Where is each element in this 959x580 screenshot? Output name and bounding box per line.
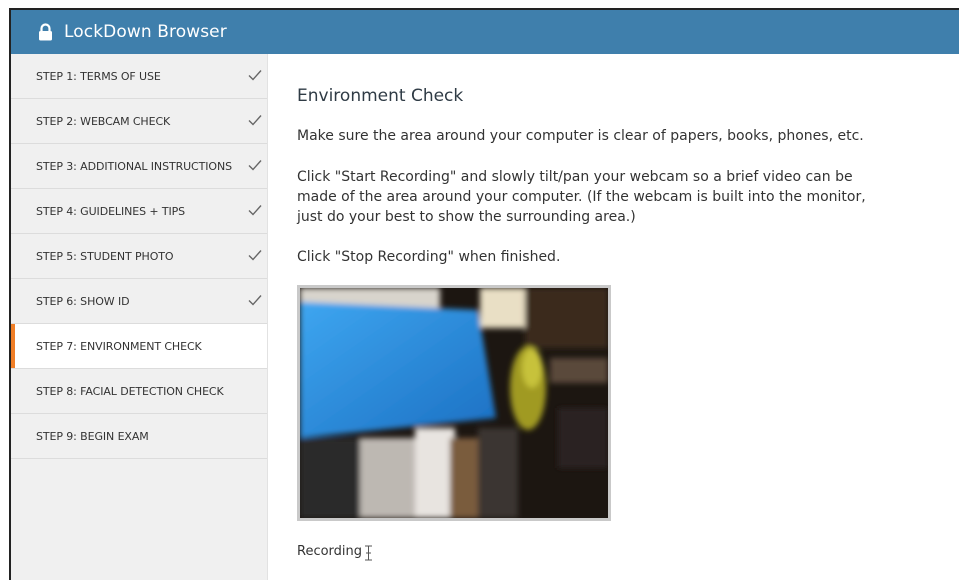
sidebar-item-label: STEP 8: FACIAL DETECTION CHECK bbox=[36, 384, 224, 398]
lock-icon bbox=[38, 23, 53, 41]
page-title: Environment Check bbox=[297, 86, 464, 106]
title-bar: LockDown Browser bbox=[11, 10, 959, 54]
sidebar-item-label: STEP 7: ENVIRONMENT CHECK bbox=[36, 339, 202, 353]
sidebar-item-label: STEP 9: BEGIN EXAM bbox=[36, 429, 149, 443]
main-content: Environment Check Make sure the area aro… bbox=[297, 54, 939, 580]
webcam-feed-image bbox=[300, 288, 608, 518]
sidebar-item-begin-exam[interactable]: STEP 9: BEGIN EXAM bbox=[11, 414, 267, 459]
checkmark-icon bbox=[248, 160, 262, 171]
instructions-paragraph-3: Click "Stop Recording" when finished. bbox=[297, 249, 561, 265]
sidebar-item-facial-detection-check[interactable]: STEP 8: FACIAL DETECTION CHECK bbox=[11, 369, 267, 414]
sidebar-item-label: STEP 4: GUIDELINES + TIPS bbox=[36, 204, 186, 218]
sidebar-item-show-id[interactable]: STEP 6: SHOW ID bbox=[11, 279, 267, 324]
app-title: LockDown Browser bbox=[64, 22, 227, 42]
webcam-preview bbox=[297, 285, 611, 521]
browser-window: LockDown Browser STEP 1: TERMS OF USE ST… bbox=[9, 8, 959, 580]
sidebar-item-guidelines-tips[interactable]: STEP 4: GUIDELINES + TIPS bbox=[11, 189, 267, 234]
text-cursor-icon bbox=[365, 545, 372, 561]
sidebar-item-webcam-check[interactable]: STEP 2: WEBCAM CHECK bbox=[11, 99, 267, 144]
sidebar-item-label: STEP 6: SHOW ID bbox=[36, 294, 130, 308]
sidebar-item-terms-of-use[interactable]: STEP 1: TERMS OF USE bbox=[11, 54, 267, 99]
sidebar-item-additional-instructions[interactable]: STEP 3: ADDITIONAL INSTRUCTIONS bbox=[11, 144, 267, 189]
checkmark-icon bbox=[248, 205, 262, 216]
checkmark-icon bbox=[248, 115, 262, 126]
instructions-paragraph-1: Make sure the area around your computer … bbox=[297, 128, 864, 144]
sidebar-item-label: STEP 1: TERMS OF USE bbox=[36, 69, 161, 83]
sidebar-item-environment-check[interactable]: STEP 7: ENVIRONMENT CHECK bbox=[11, 324, 267, 369]
recording-status: Recording bbox=[297, 544, 363, 559]
sidebar-item-label: STEP 5: STUDENT PHOTO bbox=[36, 249, 174, 263]
sidebar-item-label: STEP 3: ADDITIONAL INSTRUCTIONS bbox=[36, 159, 232, 173]
checkmark-icon bbox=[248, 295, 262, 306]
sidebar-item-student-photo[interactable]: STEP 5: STUDENT PHOTO bbox=[11, 234, 267, 279]
instructions-paragraph-2: Click "Start Recording" and slowly tilt/… bbox=[297, 169, 866, 225]
checkmark-icon bbox=[248, 70, 262, 81]
checkmark-icon bbox=[248, 250, 262, 261]
steps-sidebar: STEP 1: TERMS OF USE STEP 2: WEBCAM CHEC… bbox=[11, 54, 268, 580]
sidebar-item-label: STEP 2: WEBCAM CHECK bbox=[36, 114, 171, 128]
